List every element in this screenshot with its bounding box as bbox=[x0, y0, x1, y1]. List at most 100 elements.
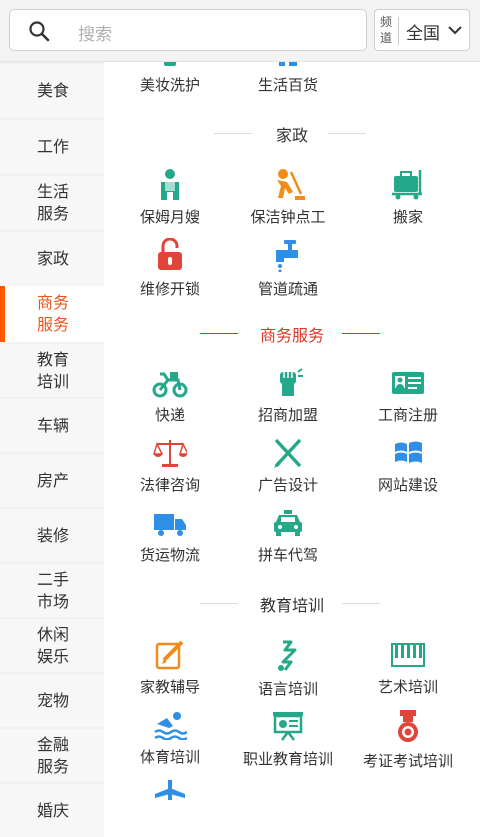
sidebar-item-business[interactable]: 商务服务 bbox=[0, 286, 104, 342]
sidebar-item-label: 装修 bbox=[37, 525, 70, 545]
goods-icon bbox=[279, 62, 297, 66]
divider-line bbox=[342, 333, 380, 334]
sidebar-item-label: 休闲娱乐 bbox=[37, 624, 70, 666]
grid-item-carpool[interactable]: 拼车代驾 bbox=[228, 508, 348, 565]
divider-line bbox=[214, 133, 252, 134]
taxi-icon bbox=[274, 510, 302, 536]
sidebar-item-realestate[interactable]: 房产 bbox=[0, 454, 104, 507]
language-icon bbox=[278, 640, 297, 671]
pencil-note-icon bbox=[155, 640, 184, 670]
grid-item-ad-design[interactable]: 广告设计 bbox=[228, 438, 348, 495]
sidebar-item-label: 美食 bbox=[37, 80, 70, 100]
grid-item-label: 保姆月嫂 bbox=[139, 208, 200, 226]
fist-icon bbox=[280, 368, 303, 396]
divider-line bbox=[328, 133, 366, 134]
sidebar-item-label: 宠物 bbox=[37, 690, 70, 710]
channel-divider bbox=[398, 17, 399, 45]
sidebar-item-label: 婚庆 bbox=[37, 800, 70, 820]
grid-item-label: 搬家 bbox=[392, 208, 423, 226]
moving-cart-icon bbox=[392, 170, 422, 200]
grid-item-label: 家教辅导 bbox=[139, 678, 200, 696]
grid-item-moving[interactable]: 搬家 bbox=[348, 168, 468, 227]
sidebar-item-secondhand[interactable]: 二手市场 bbox=[0, 564, 104, 617]
design-tools-icon bbox=[274, 438, 302, 468]
sidebar-item-finance[interactable]: 金融服务 bbox=[0, 729, 104, 782]
grid-item-logistics[interactable]: 货运物流 bbox=[110, 508, 230, 565]
grid-item-website[interactable]: 网站建设 bbox=[348, 438, 468, 495]
grid-item-label: 招商加盟 bbox=[257, 406, 318, 424]
section-title-business: 商务服务 bbox=[104, 322, 480, 346]
unlock-icon bbox=[158, 238, 182, 270]
sidebar-item-leisure[interactable]: 休闲娱乐 bbox=[0, 619, 104, 672]
grid-item-sports[interactable]: 体育培训 bbox=[110, 710, 230, 767]
grid-item-franchise[interactable]: 招商加盟 bbox=[228, 368, 348, 425]
id-card-icon bbox=[392, 372, 424, 394]
sidebar-item-food[interactable]: 美食 bbox=[0, 64, 104, 117]
grid-item-pipes[interactable]: 管道疏通 bbox=[228, 238, 348, 299]
sidebar-item-label: 工作 bbox=[37, 136, 70, 156]
chevron-down-icon bbox=[448, 26, 462, 35]
truck-icon bbox=[154, 514, 186, 536]
sidebar-item-label: 商务服务 bbox=[37, 293, 70, 334]
sidebar-item-jobs[interactable]: 工作 bbox=[0, 120, 104, 173]
sidebar-item-wedding[interactable]: 婚庆 bbox=[0, 784, 104, 837]
grid-item-certification[interactable]: 考证考试培训 bbox=[348, 710, 468, 771]
grid-item-language[interactable]: 语言培训 bbox=[228, 640, 348, 699]
sidebar-item-housekeeping[interactable]: 家政 bbox=[0, 232, 104, 285]
grid-item-label: 保洁钟点工 bbox=[250, 208, 326, 226]
sidebar-item-label: 教育培训 bbox=[37, 349, 70, 391]
grid-item-tutoring[interactable]: 家教辅导 bbox=[110, 640, 230, 697]
grid-item-label: 艺术培训 bbox=[377, 678, 438, 696]
sidebar-item-vehicles[interactable]: 车辆 bbox=[0, 399, 104, 452]
grid-item-cleaner[interactable]: 保洁钟点工 bbox=[228, 168, 348, 227]
grid-item-beauty[interactable]: 美妆洗护 bbox=[110, 62, 230, 95]
divider-line bbox=[342, 603, 380, 604]
grid-item-vocational[interactable]: 职业教育培训 bbox=[228, 710, 348, 769]
grid-item-nanny[interactable]: 保姆月嫂 bbox=[110, 168, 230, 227]
sidebar-item-label: 车辆 bbox=[37, 415, 70, 435]
swimmer-icon bbox=[154, 712, 187, 740]
section-title-text: 家政 bbox=[275, 126, 308, 145]
sidebar-item-label: 房产 bbox=[37, 470, 70, 490]
grid-item-label: 网站建设 bbox=[377, 476, 438, 494]
grid-item-label: 生活百货 bbox=[257, 76, 318, 94]
section-title-housekeeping: 家政 bbox=[104, 122, 480, 146]
grid-item-business-reg[interactable]: 工商注册 bbox=[348, 368, 468, 425]
grid-item-label: 快递 bbox=[154, 406, 185, 424]
sidebar-item-label: 金融服务 bbox=[37, 734, 70, 776]
motorbike-icon bbox=[152, 372, 188, 398]
category-grid: 美妆洗护 生活百货 家政 保姆月嫂 保洁钟点工 搬家 维修开锁 管道疏通 商务服… bbox=[104, 62, 480, 800]
section-title-text: 教育培训 bbox=[259, 596, 324, 615]
grid-item-label: 美妆洗护 bbox=[139, 76, 200, 94]
grid-item-label: 语言培训 bbox=[257, 680, 318, 698]
grid-item-art[interactable]: 艺术培训 bbox=[348, 640, 468, 697]
sidebar-item-pets[interactable]: 宠物 bbox=[0, 674, 104, 727]
channel-selector[interactable]: 频道 全国 bbox=[374, 9, 470, 51]
grid-item-legal[interactable]: 法律咨询 bbox=[110, 438, 230, 495]
divider-line bbox=[200, 603, 238, 604]
grid-item-label: 维修开锁 bbox=[139, 280, 200, 298]
grid-item-label: 体育培训 bbox=[139, 748, 200, 766]
grid-item-unlock[interactable]: 维修开锁 bbox=[110, 238, 230, 299]
search-box[interactable]: 搜索 bbox=[9, 9, 367, 51]
medal-icon bbox=[398, 710, 418, 742]
channel-label: 频道 bbox=[380, 15, 393, 45]
search-placeholder: 搜索 bbox=[78, 25, 112, 45]
grid-item-goods[interactable]: 生活百货 bbox=[228, 62, 348, 95]
scales-icon bbox=[153, 440, 187, 467]
sidebar-item-renovation[interactable]: 装修 bbox=[0, 509, 104, 562]
sidebar-item-education[interactable]: 教育培训 bbox=[0, 344, 104, 397]
sidebar-item-life-services[interactable]: 生活服务 bbox=[0, 176, 104, 229]
grid-item-label: 法律咨询 bbox=[139, 476, 200, 494]
sidebar-item-label: 生活服务 bbox=[37, 181, 70, 223]
grid-item-label: 职业教育培训 bbox=[242, 750, 333, 768]
divider-line bbox=[200, 333, 238, 334]
windows-icon bbox=[395, 441, 422, 463]
grid-item-label: 广告设计 bbox=[257, 476, 318, 494]
grid-item-partial[interactable] bbox=[110, 780, 230, 800]
header-bar: 搜索 频道 全国 bbox=[0, 0, 480, 62]
cleaner-icon bbox=[277, 169, 305, 200]
grid-item-label: 货运物流 bbox=[139, 546, 200, 564]
grid-item-express[interactable]: 快递 bbox=[110, 368, 230, 425]
faucet-icon bbox=[276, 240, 298, 272]
